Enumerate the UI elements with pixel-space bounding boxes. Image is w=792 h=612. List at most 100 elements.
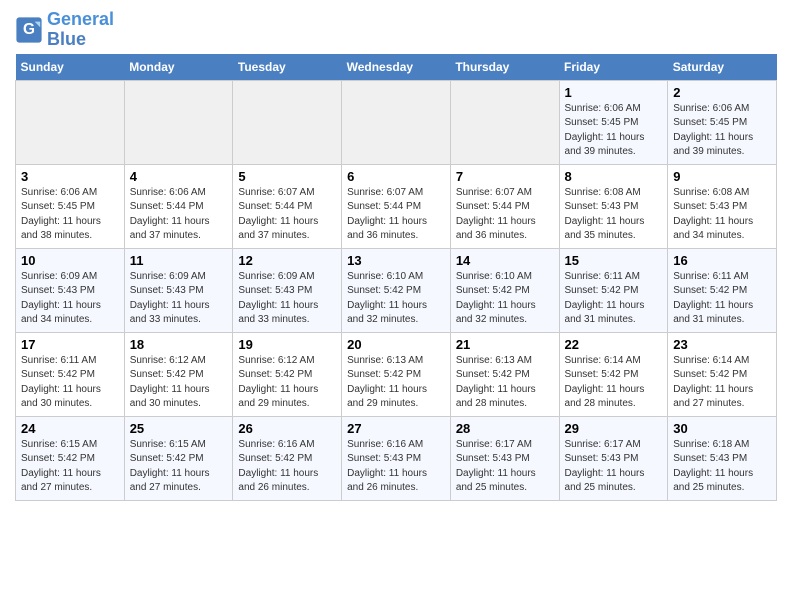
day-number: 15	[565, 253, 663, 268]
calendar-cell	[342, 80, 451, 164]
weekday-header-row: SundayMondayTuesdayWednesdayThursdayFrid…	[16, 54, 777, 81]
day-info: Sunrise: 6:08 AM Sunset: 5:43 PM Dayligh…	[673, 186, 771, 244]
day-info: Sunrise: 6:16 AM Sunset: 5:42 PM Dayligh…	[238, 438, 336, 496]
day-info: Sunrise: 6:07 AM Sunset: 5:44 PM Dayligh…	[456, 186, 554, 244]
calendar-cell	[450, 80, 559, 164]
calendar-week-row: 3 Sunrise: 6:06 AM Sunset: 5:45 PM Daylig…	[16, 164, 777, 248]
weekday-header-wednesday: Wednesday	[342, 54, 451, 81]
calendar-cell: 3 Sunrise: 6:06 AM Sunset: 5:45 PM Daylig…	[16, 164, 125, 248]
calendar-cell: 11 Sunrise: 6:09 AM Sunset: 5:43 PM Dayli…	[124, 248, 233, 332]
day-info: Sunrise: 6:06 AM Sunset: 5:44 PM Dayligh…	[130, 186, 228, 244]
day-info: Sunrise: 6:13 AM Sunset: 5:42 PM Dayligh…	[456, 354, 554, 412]
day-number: 6	[347, 169, 445, 184]
day-info: Sunrise: 6:06 AM Sunset: 5:45 PM Dayligh…	[565, 102, 663, 160]
day-info: Sunrise: 6:06 AM Sunset: 5:45 PM Dayligh…	[21, 186, 119, 244]
day-info: Sunrise: 6:14 AM Sunset: 5:42 PM Dayligh…	[565, 354, 663, 412]
day-number: 30	[673, 421, 771, 436]
day-number: 7	[456, 169, 554, 184]
calendar-table: SundayMondayTuesdayWednesdayThursdayFrid…	[15, 54, 777, 501]
day-info: Sunrise: 6:15 AM Sunset: 5:42 PM Dayligh…	[130, 438, 228, 496]
day-number: 27	[347, 421, 445, 436]
calendar-cell: 17 Sunrise: 6:11 AM Sunset: 5:42 PM Dayli…	[16, 332, 125, 416]
day-number: 2	[673, 85, 771, 100]
logo-icon: G	[15, 16, 43, 44]
calendar-cell: 19Sunrise: 6:12 AM Sunset: 5:42 PM Dayli…	[233, 332, 342, 416]
calendar-week-row: 24 Sunrise: 6:15 AM Sunset: 5:42 PM Dayli…	[16, 416, 777, 500]
calendar-cell: 7 Sunrise: 6:07 AM Sunset: 5:44 PM Daylig…	[450, 164, 559, 248]
day-number: 10	[21, 253, 119, 268]
calendar-cell: 20Sunrise: 6:13 AM Sunset: 5:42 PM Dayli…	[342, 332, 451, 416]
weekday-header-sunday: Sunday	[16, 54, 125, 81]
weekday-header-friday: Friday	[559, 54, 668, 81]
weekday-header-tuesday: Tuesday	[233, 54, 342, 81]
day-number: 23	[673, 337, 771, 352]
day-number: 11	[130, 253, 228, 268]
day-number: 8	[565, 169, 663, 184]
calendar-cell: 12 Sunrise: 6:09 AM Sunset: 5:43 PM Dayli…	[233, 248, 342, 332]
calendar-cell: 23 Sunrise: 6:14 AM Sunset: 5:42 PM Dayli…	[668, 332, 777, 416]
day-number: 4	[130, 169, 228, 184]
day-info: Sunrise: 6:10 AM Sunset: 5:42 PM Dayligh…	[456, 270, 554, 328]
calendar-cell: 13 Sunrise: 6:10 AM Sunset: 5:42 PM Dayli…	[342, 248, 451, 332]
calendar-cell: 27 Sunrise: 6:16 AM Sunset: 5:43 PM Dayli…	[342, 416, 451, 500]
svg-text:G: G	[23, 21, 35, 38]
calendar-cell	[124, 80, 233, 164]
day-info: Sunrise: 6:18 AM Sunset: 5:43 PM Dayligh…	[673, 438, 771, 496]
day-info: Sunrise: 6:16 AM Sunset: 5:43 PM Dayligh…	[347, 438, 445, 496]
day-number: 9	[673, 169, 771, 184]
day-info: Sunrise: 6:17 AM Sunset: 5:43 PM Dayligh…	[565, 438, 663, 496]
calendar-week-row: 10 Sunrise: 6:09 AM Sunset: 5:43 PM Dayli…	[16, 248, 777, 332]
calendar-cell: 5Sunrise: 6:07 AM Sunset: 5:44 PM Daylig…	[233, 164, 342, 248]
day-info: Sunrise: 6:12 AM Sunset: 5:42 PM Dayligh…	[238, 354, 336, 412]
logo: G General Blue	[15, 10, 114, 50]
day-info: Sunrise: 6:11 AM Sunset: 5:42 PM Dayligh…	[673, 270, 771, 328]
day-number: 21	[456, 337, 554, 352]
day-info: Sunrise: 6:12 AM Sunset: 5:42 PM Dayligh…	[130, 354, 228, 412]
day-info: Sunrise: 6:09 AM Sunset: 5:43 PM Dayligh…	[238, 270, 336, 328]
calendar-cell	[233, 80, 342, 164]
day-info: Sunrise: 6:08 AM Sunset: 5:43 PM Dayligh…	[565, 186, 663, 244]
day-info: Sunrise: 6:10 AM Sunset: 5:42 PM Dayligh…	[347, 270, 445, 328]
day-info: Sunrise: 6:09 AM Sunset: 5:43 PM Dayligh…	[21, 270, 119, 328]
day-info: Sunrise: 6:11 AM Sunset: 5:42 PM Dayligh…	[21, 354, 119, 412]
day-number: 28	[456, 421, 554, 436]
calendar-cell: 25 Sunrise: 6:15 AM Sunset: 5:42 PM Dayli…	[124, 416, 233, 500]
calendar-cell: 9 Sunrise: 6:08 AM Sunset: 5:43 PM Daylig…	[668, 164, 777, 248]
day-info: Sunrise: 6:07 AM Sunset: 5:44 PM Dayligh…	[347, 186, 445, 244]
day-info: Sunrise: 6:09 AM Sunset: 5:43 PM Dayligh…	[130, 270, 228, 328]
day-number: 16	[673, 253, 771, 268]
day-number: 18	[130, 337, 228, 352]
calendar-cell: 28 Sunrise: 6:17 AM Sunset: 5:43 PM Dayli…	[450, 416, 559, 500]
weekday-header-thursday: Thursday	[450, 54, 559, 81]
calendar-cell: 21 Sunrise: 6:13 AM Sunset: 5:42 PM Dayli…	[450, 332, 559, 416]
day-number: 29	[565, 421, 663, 436]
day-info: Sunrise: 6:11 AM Sunset: 5:42 PM Dayligh…	[565, 270, 663, 328]
day-info: Sunrise: 6:17 AM Sunset: 5:43 PM Dayligh…	[456, 438, 554, 496]
calendar-cell: 29 Sunrise: 6:17 AM Sunset: 5:43 PM Dayli…	[559, 416, 668, 500]
calendar-cell: 14Sunrise: 6:10 AM Sunset: 5:42 PM Dayli…	[450, 248, 559, 332]
day-info: Sunrise: 6:13 AM Sunset: 5:42 PM Dayligh…	[347, 354, 445, 412]
calendar-cell: 8 Sunrise: 6:08 AM Sunset: 5:43 PM Daylig…	[559, 164, 668, 248]
day-number: 3	[21, 169, 119, 184]
calendar-cell: 4 Sunrise: 6:06 AM Sunset: 5:44 PM Daylig…	[124, 164, 233, 248]
calendar-week-row: 17 Sunrise: 6:11 AM Sunset: 5:42 PM Dayli…	[16, 332, 777, 416]
calendar-cell	[16, 80, 125, 164]
day-number: 24	[21, 421, 119, 436]
weekday-header-monday: Monday	[124, 54, 233, 81]
calendar-cell: 26Sunrise: 6:16 AM Sunset: 5:42 PM Dayli…	[233, 416, 342, 500]
weekday-header-saturday: Saturday	[668, 54, 777, 81]
day-number: 17	[21, 337, 119, 352]
calendar-cell: 10 Sunrise: 6:09 AM Sunset: 5:43 PM Dayli…	[16, 248, 125, 332]
day-number: 1	[565, 85, 663, 100]
calendar-cell: 16 Sunrise: 6:11 AM Sunset: 5:42 PM Dayli…	[668, 248, 777, 332]
day-number: 25	[130, 421, 228, 436]
day-number: 22	[565, 337, 663, 352]
day-number: 5	[238, 169, 336, 184]
day-info: Sunrise: 6:15 AM Sunset: 5:42 PM Dayligh…	[21, 438, 119, 496]
day-number: 13	[347, 253, 445, 268]
day-info: Sunrise: 6:14 AM Sunset: 5:42 PM Dayligh…	[673, 354, 771, 412]
calendar-cell: 22 Sunrise: 6:14 AM Sunset: 5:42 PM Dayli…	[559, 332, 668, 416]
day-number: 12	[238, 253, 336, 268]
calendar-cell: 18 Sunrise: 6:12 AM Sunset: 5:42 PM Dayli…	[124, 332, 233, 416]
day-info: Sunrise: 6:06 AM Sunset: 5:45 PM Dayligh…	[673, 102, 771, 160]
